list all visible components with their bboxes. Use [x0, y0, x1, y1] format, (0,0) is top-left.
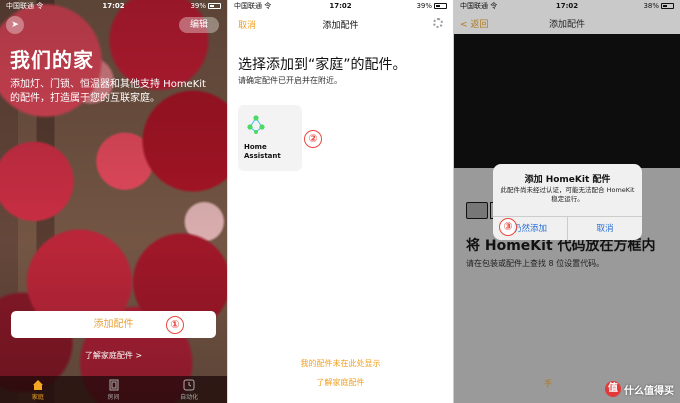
step-badge-1: ① [166, 316, 184, 334]
tab-automation[interactable]: 自动化 [151, 376, 227, 403]
battery-percent: 39% [190, 2, 206, 10]
add-accessory-screen: 中国联通 令 17:02 39% 取消 添加配件 选择添加到“家庭”的配件。 请… [227, 0, 453, 403]
watermark-text: 什么值得买 [624, 385, 674, 397]
status-bar: 中国联通 令 17:02 39% [228, 0, 453, 12]
watermark-logo: 值 [605, 381, 621, 397]
alert-title: 添加 HomeKit 配件 [524, 175, 611, 185]
tab-label: 房间 [107, 394, 120, 401]
nav-bar: 取消 添加配件 [228, 14, 453, 34]
manual-entry-link[interactable]: 手 [544, 378, 552, 389]
accessory-not-shown-link[interactable]: 我的配件未在此处显示 [228, 358, 453, 369]
battery-icon [208, 3, 221, 9]
nav-title: 添加配件 [548, 20, 585, 30]
home-assistant-logo-icon [247, 115, 265, 134]
tab-home[interactable]: 家庭 [0, 376, 76, 403]
home-screen: 中国联通 令 17:02 39% ➤ 编辑 我们的家 添加灯、门锁、恒温器和其他… [0, 0, 227, 403]
battery-icon [434, 3, 447, 9]
scan-hint: 请在包装或配件上查找 8 位设置代码。 [466, 259, 605, 268]
tab-label: 自动化 [180, 394, 199, 401]
step-badge-2: ② [304, 130, 322, 148]
edit-button[interactable]: 编辑 [179, 17, 219, 33]
alert-message: 此配件尚未经过认证，可能无法配合 HomeKit 稳定运行。 [500, 186, 635, 203]
page-heading: 选择添加到“家庭”的配件。 [238, 57, 407, 73]
door-icon [109, 379, 118, 391]
add-accessory-label: 添加配件 [93, 319, 134, 330]
add-accessory-button[interactable]: 添加配件 [11, 311, 216, 338]
alert-cancel-button[interactable]: 取消 [567, 217, 642, 240]
page-title: 我们的家 [10, 48, 94, 72]
house-icon [32, 380, 43, 390]
nav-title: 添加配件 [322, 21, 359, 31]
camera-viewfinder [454, 34, 680, 168]
loading-spinner-icon [433, 18, 443, 28]
status-bar: 中国联通 令 17:02 39% [0, 0, 227, 12]
battery-percent: 39% [416, 2, 432, 10]
learn-accessories-link[interactable]: 了解家庭配件 > [0, 350, 227, 361]
tab-label: 家庭 [31, 394, 44, 401]
accessory-name-line1: Home [244, 143, 267, 151]
step-badge-3: ③ [499, 218, 517, 236]
scan-code-screen: 中国联通 令 17:02 38% < 返回 添加配件 将 HomeKit 代码放… [453, 0, 680, 403]
homekit-code-icon [466, 202, 488, 219]
watermark: 值 什么值得买 [605, 381, 674, 397]
battery-icon [661, 3, 674, 9]
tab-rooms[interactable]: 房间 [76, 376, 152, 403]
battery-percent: 38% [643, 2, 659, 10]
home-description: 添加灯、门锁、恒温器和其他支持 HomeKit 的配件，打造属于您的互联家庭。 [10, 79, 206, 104]
learn-accessories-link[interactable]: 了解家庭配件 [228, 377, 453, 388]
nav-bar: < 返回 添加配件 [454, 12, 680, 34]
page-subheading: 请确定配件已开启并在附近。 [238, 76, 342, 85]
location-arrow-icon[interactable]: ➤ [6, 16, 24, 34]
accessory-name-line2: Assistant [244, 152, 281, 160]
accessory-tile-home-assistant[interactable]: Home Assistant [238, 105, 302, 171]
status-bar: 中国联通 令 17:02 38% [454, 0, 680, 12]
clock-icon [183, 379, 195, 391]
tab-bar: 家庭 房间 自动化 [0, 376, 227, 403]
